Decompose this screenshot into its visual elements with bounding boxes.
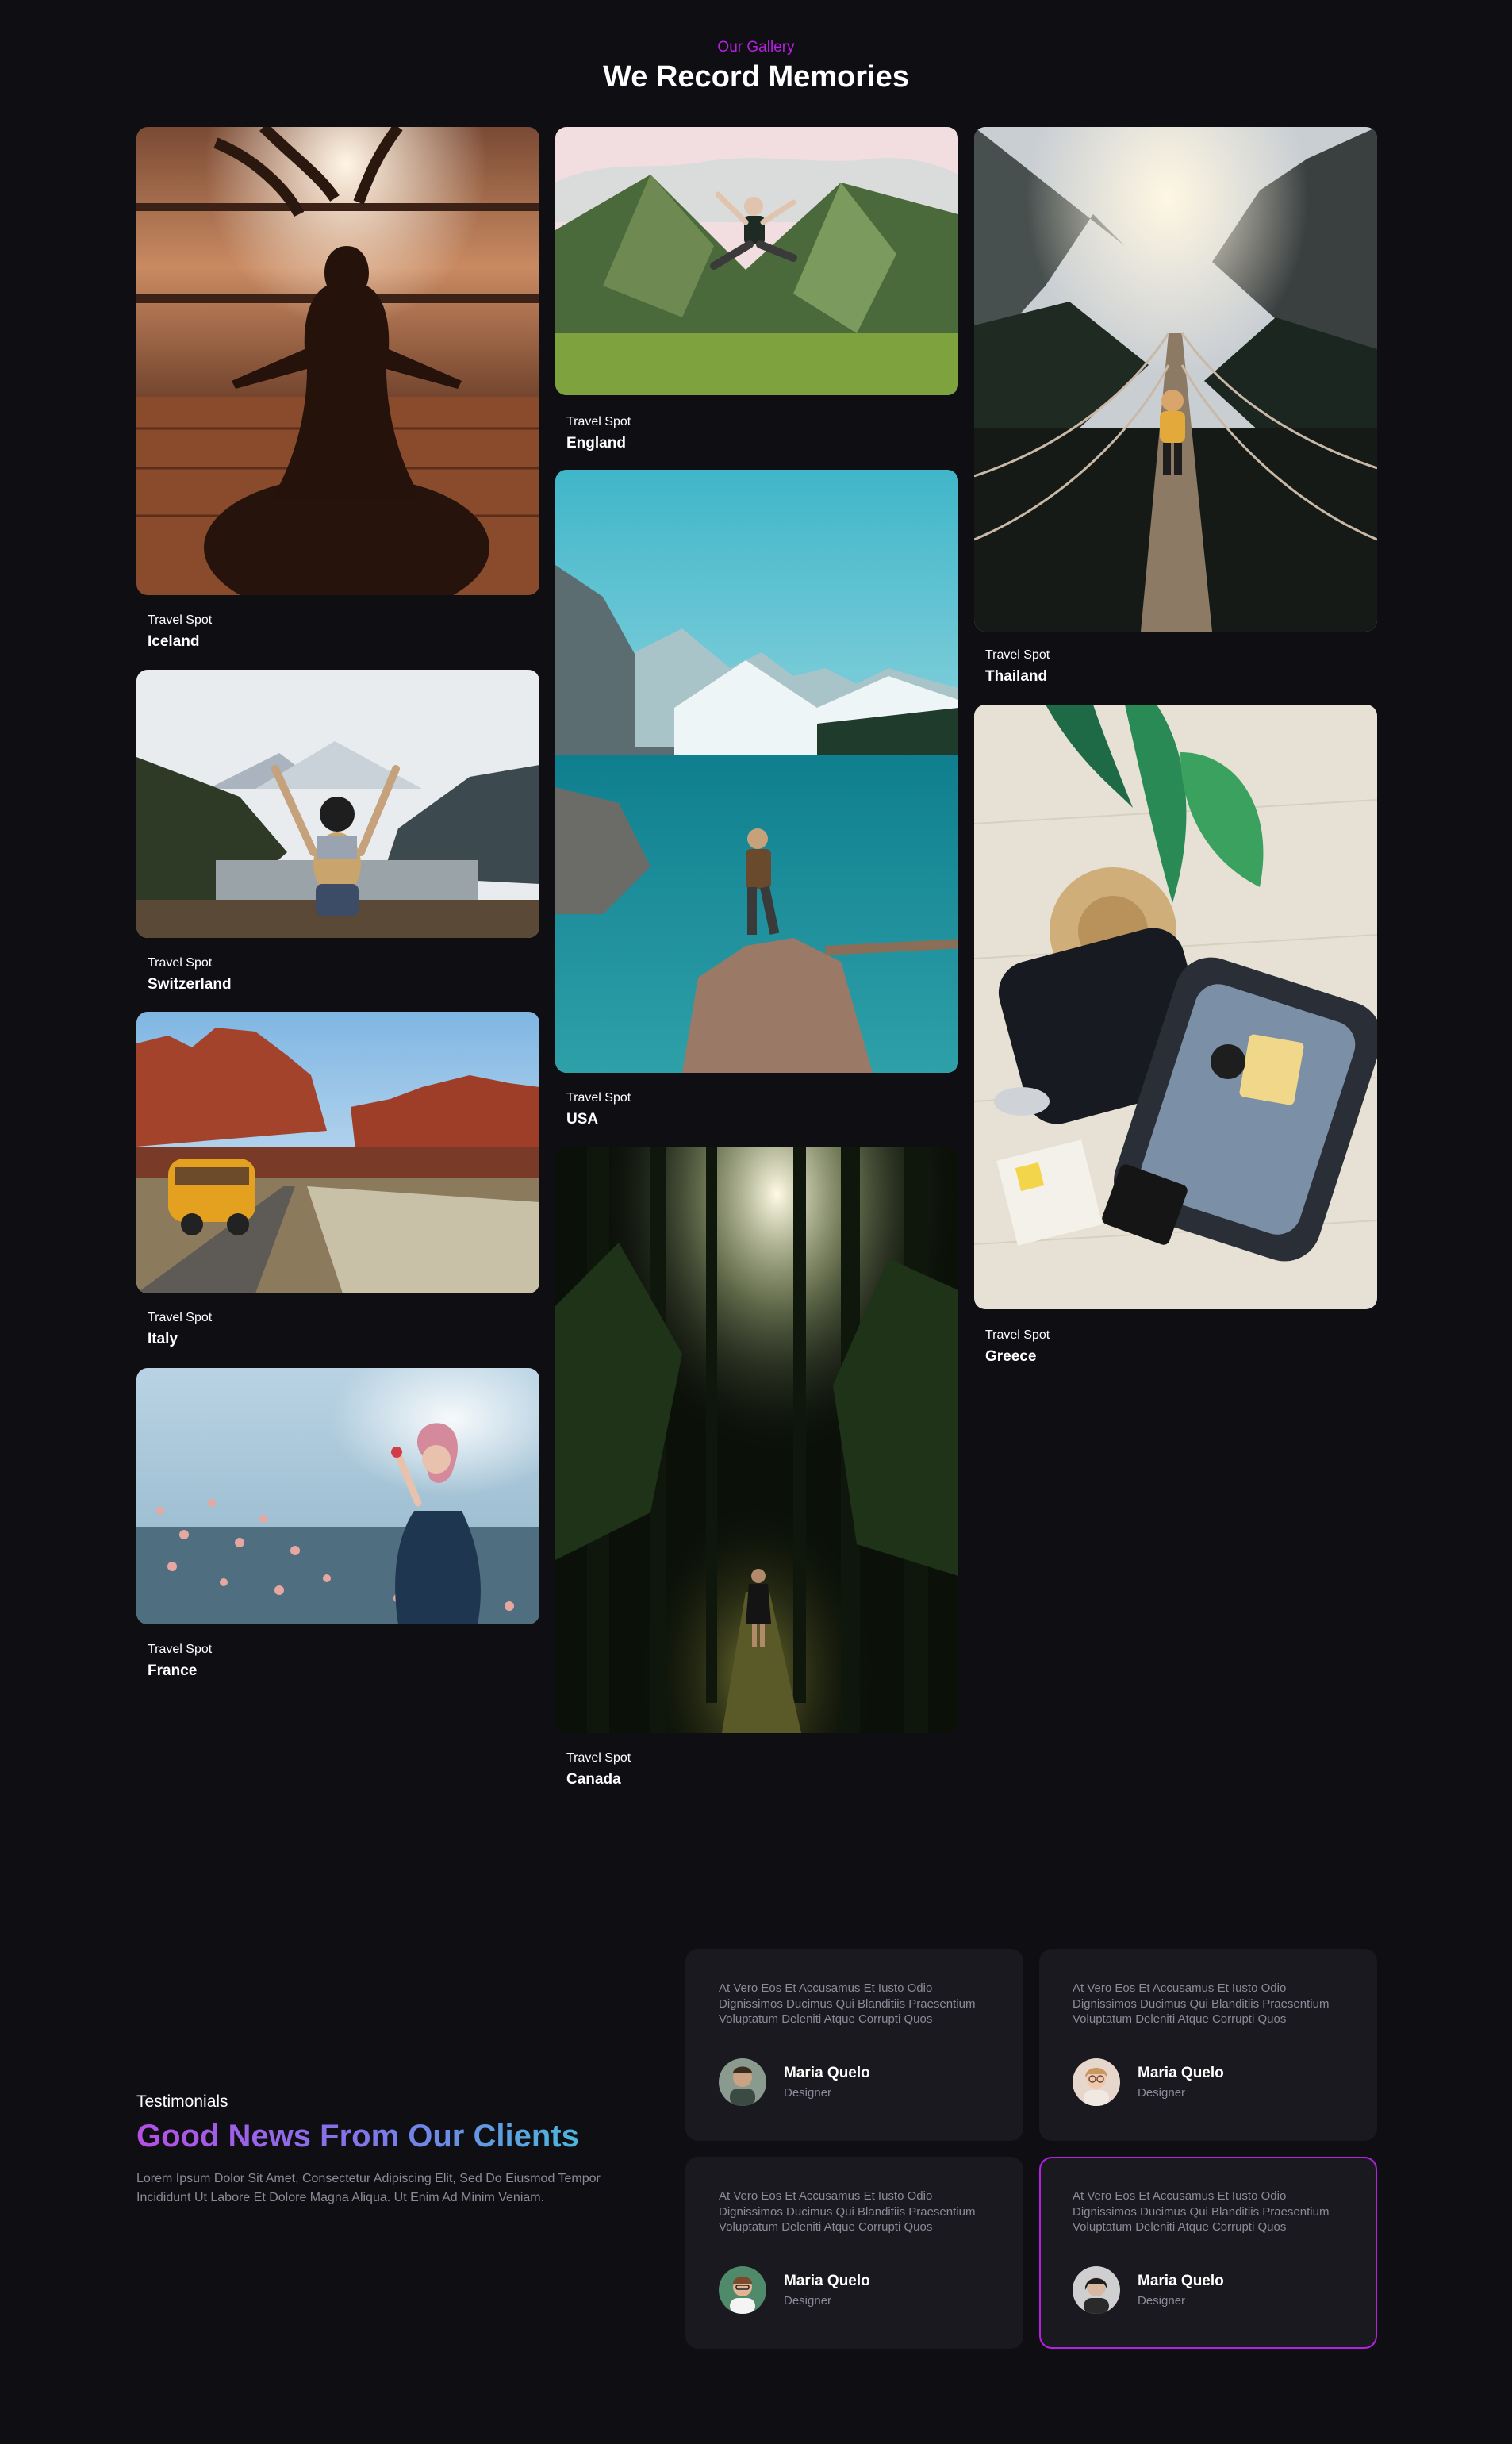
author-role: Designer xyxy=(1138,2085,1186,2100)
caption-name: Iceland xyxy=(148,633,200,650)
photo-iceland[interactable] xyxy=(136,127,539,595)
testimonial-author: Maria Quelo Designer xyxy=(1073,2266,1344,2314)
caption-name: France xyxy=(148,1662,198,1679)
photo-england[interactable] xyxy=(555,127,958,395)
caption-label: Travel Spot xyxy=(566,1751,631,1765)
testimonial-author: Maria Quelo Designer xyxy=(719,2266,990,2314)
testimonial-card-active[interactable]: At Vero Eos Et Accusamus Et Iusto Odio D… xyxy=(1039,2157,1377,2349)
testimonial-quote: At Vero Eos Et Accusamus Et Iusto Odio D… xyxy=(1073,1981,1330,2026)
gallery-headline: We Record Memories xyxy=(603,60,909,94)
caption-label: Travel Spot xyxy=(148,1311,213,1324)
testimonial-card[interactable]: At Vero Eos Et Accusamus Et Iusto Odio D… xyxy=(685,2157,1023,2349)
caption-label: Travel Spot xyxy=(148,613,213,627)
photo-france[interactable] xyxy=(136,1368,539,1624)
caption-thailand: Travel Spot Thailand xyxy=(985,648,1050,686)
author-name: Maria Quelo xyxy=(1138,2272,1224,2289)
gallery-header: Our Gallery We Record Memories xyxy=(0,38,1512,95)
author-text: Maria Quelo Designer xyxy=(784,2272,870,2309)
avatar xyxy=(1073,2266,1120,2314)
caption-label: Travel Spot xyxy=(985,1328,1050,1342)
caption-switzerland: Travel Spot Switzerland xyxy=(148,955,232,994)
author-name: Maria Quelo xyxy=(1138,2064,1224,2081)
avatar xyxy=(719,2266,766,2314)
testimonials-headline: Good News From Our Clients xyxy=(136,2115,628,2157)
caption-usa: Travel Spot USA xyxy=(566,1090,631,1129)
caption-name: Thailand xyxy=(985,668,1048,685)
author-role: Designer xyxy=(1138,2293,1186,2308)
caption-label: Travel Spot xyxy=(566,415,631,428)
testimonial-quote: At Vero Eos Et Accusamus Et Iusto Odio D… xyxy=(719,2189,976,2234)
photo-canada[interactable] xyxy=(555,1147,958,1733)
testimonial-author: Maria Quelo Designer xyxy=(1073,2058,1344,2106)
testimonials-body: Lorem Ipsum Dolor Sit Amet, Consectetur … xyxy=(136,2172,601,2204)
testimonial-author: Maria Quelo Designer xyxy=(719,2058,990,2106)
author-name: Maria Quelo xyxy=(784,2064,870,2081)
author-role: Designer xyxy=(784,2293,832,2308)
caption-label: Travel Spot xyxy=(148,1643,213,1656)
gallery-eyebrow: Our Gallery xyxy=(717,39,795,56)
photo-switzerland[interactable] xyxy=(136,670,539,938)
testimonials-eyebrow: Testimonials xyxy=(136,2092,228,2111)
author-text: Maria Quelo Designer xyxy=(784,2064,870,2101)
caption-name: USA xyxy=(566,1111,599,1128)
avatar xyxy=(1073,2058,1120,2106)
avatar xyxy=(719,2058,766,2106)
author-role: Designer xyxy=(784,2085,832,2100)
caption-england: Travel Spot England xyxy=(566,414,631,453)
caption-name: Italy xyxy=(148,1331,178,1347)
photo-thailand[interactable] xyxy=(974,127,1377,632)
testimonial-quote: At Vero Eos Et Accusamus Et Iusto Odio D… xyxy=(719,1981,976,2026)
caption-iceland: Travel Spot Iceland xyxy=(148,613,212,651)
testimonial-card[interactable]: At Vero Eos Et Accusamus Et Iusto Odio D… xyxy=(685,1949,1023,2141)
caption-france: Travel Spot France xyxy=(148,1642,212,1681)
caption-canada: Travel Spot Canada xyxy=(566,1750,631,1789)
photo-italy[interactable] xyxy=(136,1012,539,1293)
caption-label: Travel Spot xyxy=(148,956,213,970)
author-name: Maria Quelo xyxy=(784,2272,870,2289)
caption-name: Greece xyxy=(985,1348,1037,1365)
caption-name: Switzerland xyxy=(148,976,232,993)
testimonial-card[interactable]: At Vero Eos Et Accusamus Et Iusto Odio D… xyxy=(1039,1949,1377,2141)
testimonials-intro: Testimonials Good News From Our Clients … xyxy=(136,2092,628,2208)
testimonial-quote: At Vero Eos Et Accusamus Et Iusto Odio D… xyxy=(1073,2189,1330,2234)
author-text: Maria Quelo Designer xyxy=(1138,2272,1224,2309)
caption-name: Canada xyxy=(566,1771,621,1788)
photo-usa[interactable] xyxy=(555,470,958,1073)
photo-greece[interactable] xyxy=(974,705,1377,1309)
caption-italy: Travel Spot Italy xyxy=(148,1310,212,1349)
caption-name: England xyxy=(566,435,626,452)
caption-label: Travel Spot xyxy=(985,648,1050,662)
caption-greece: Travel Spot Greece xyxy=(985,1328,1050,1366)
caption-label: Travel Spot xyxy=(566,1091,631,1105)
author-text: Maria Quelo Designer xyxy=(1138,2064,1224,2101)
